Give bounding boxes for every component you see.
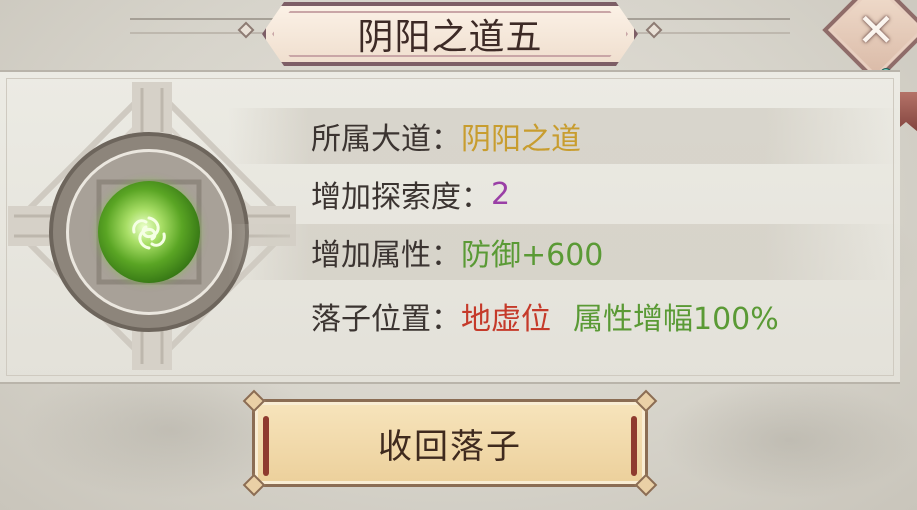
position-bonus: 属性增幅100%: [573, 302, 779, 337]
info-row-attribute: 增加属性： 防御+600: [311, 224, 603, 280]
background-cloud: [660, 380, 917, 500]
exploration-label: 增加探索度：: [311, 180, 491, 215]
info-row-path: 所属大道： 阴阳之道: [311, 108, 581, 164]
attribute-value: 防御+600: [461, 238, 604, 273]
position-label: 落子位置：: [311, 302, 461, 337]
exploration-value: 2: [491, 176, 511, 212]
button-scroll-bar-left: [263, 416, 269, 476]
title-plate: 阴阳之道五: [262, 2, 638, 66]
dialog-title: 阴阳之道五: [357, 17, 543, 58]
button-corner-ornament: [634, 389, 658, 413]
path-value: 阴阳之道: [461, 122, 581, 157]
info-row-position: 落子位置： 地虚位 属性增幅100%: [311, 288, 779, 344]
recall-button-label: 收回落子: [378, 426, 522, 467]
button-corner-ornament: [634, 473, 658, 497]
attribute-label: 增加属性：: [311, 238, 461, 273]
button-scroll-bar-right: [631, 416, 637, 476]
swirl-glyph-icon: [132, 216, 166, 250]
recall-piece-button[interactable]: 收回落子: [242, 389, 658, 497]
position-value: 地虚位: [461, 302, 551, 337]
path-label: 所属大道：: [311, 122, 461, 157]
info-row-exploration: 增加探索度： 2: [311, 166, 510, 222]
go-piece-dialog: 阴阳之道五 ✕ 所属大道： 阴阳之道 增加探索度： 2 增加属性： 防御+600…: [0, 0, 917, 510]
